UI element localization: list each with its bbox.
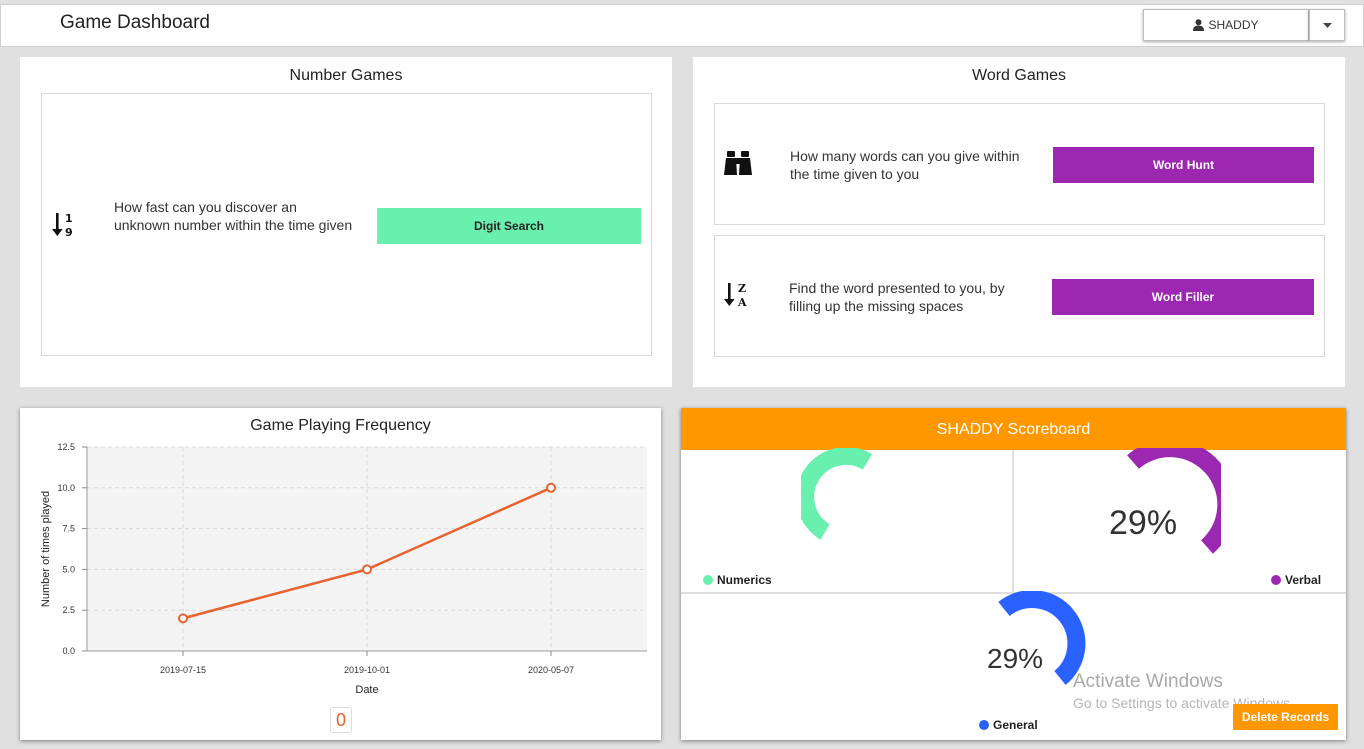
data-point [362,564,372,575]
sort-alpha-desc-icon: Z A [724,282,747,309]
y-tick-label: 10.0 [57,483,75,493]
general-gauge [998,591,1086,685]
general-legend-label: General [993,718,1038,732]
binoculars-icon [724,151,752,175]
x-axis-label: Date [355,684,378,696]
data-point [178,613,188,624]
user-name: SHADDY [1208,18,1259,32]
scoreboard-panel: SHADDY Scoreboard Numerics 29% Verbal 29… [681,408,1346,740]
caret-down-icon [1322,22,1332,28]
sort-numeric-icon: 1 9 [52,212,73,239]
data-point [546,482,556,493]
y-tick-label: 5.0 [62,564,75,574]
verbal-percent: 29% [1109,504,1178,542]
general-legend-dot [979,720,989,730]
word-hunt-button[interactable]: Word Hunt [1053,147,1314,183]
verbal-legend: Verbal [1271,573,1321,587]
user-icon [1193,19,1205,31]
word-filler-button[interactable]: Word Filler [1052,279,1314,315]
user-menu-button[interactable]: SHADDY [1143,9,1309,41]
general-legend: General [979,718,1038,732]
number-games-panel: Number Games 1 9 How fast can you discov… [20,57,672,387]
word-filler-description: Find the word presented to you, by filli… [789,280,1005,314]
word-games-title: Word Games [972,67,1066,84]
digit-search-description: How fast can you discover an unknown num… [114,199,353,233]
verbal-legend-label: Verbal [1285,573,1322,587]
y-tick-label: 0.0 [62,646,75,656]
word-filler-card: Z A Find the word presented to you, by f… [714,235,1325,357]
word-games-panel: Word Games How many words can you give w… [693,57,1345,387]
user-dropdown-toggle[interactable] [1309,9,1345,41]
svg-text:9: 9 [65,226,73,239]
general-percent: 29% [987,643,1044,674]
numerics-gauge [801,448,873,540]
numerics-legend-label: Numerics [717,573,772,587]
app-title: Game Dashboard [60,12,210,33]
delete-records-button[interactable]: Delete Records [1233,704,1338,730]
frequency-panel: Game Playing Frequency 0.0 2.5 5.0 7.5 10.0 1… [20,408,661,740]
word-hunt-description: How many words can you give within the t… [790,148,1020,182]
x-tick-label: 2019-07-15 [160,665,206,675]
divider-vertical [1012,450,1014,593]
y-tick-label: 2.5 [62,605,75,615]
digit-search-button[interactable]: Digit Search [377,208,641,244]
word-hunt-card: How many words can you give within the t… [714,103,1325,225]
frequency-line-chart: 0.0 2.5 5.0 7.5 10.0 12.5 2019-07-15 2019-10-01… [40,442,647,696]
verbal-legend-dot [1271,575,1281,585]
digit-search-card: 1 9 How fast can you discover an unknown… [41,93,652,356]
numerics-legend: Numerics [703,573,772,587]
y-axis-label: Number of times played [40,491,52,607]
svg-text:A: A [737,296,747,309]
x-tick-label: 2019-10-01 [344,665,390,675]
x-tick-label: 2020-05-07 [528,665,574,675]
watermark-line1: Activate Windows [1073,671,1223,692]
svg-text:1: 1 [65,212,73,225]
number-games-title: Number Games [289,67,403,84]
scoreboard-title: SHADDY Scoreboard [936,421,1091,438]
svg-text:Z: Z [738,282,746,295]
y-tick-label: 12.5 [57,442,75,452]
y-tick-label: 7.5 [62,524,75,534]
frequency-counter: 0 [330,707,352,733]
numerics-legend-dot [703,575,713,585]
